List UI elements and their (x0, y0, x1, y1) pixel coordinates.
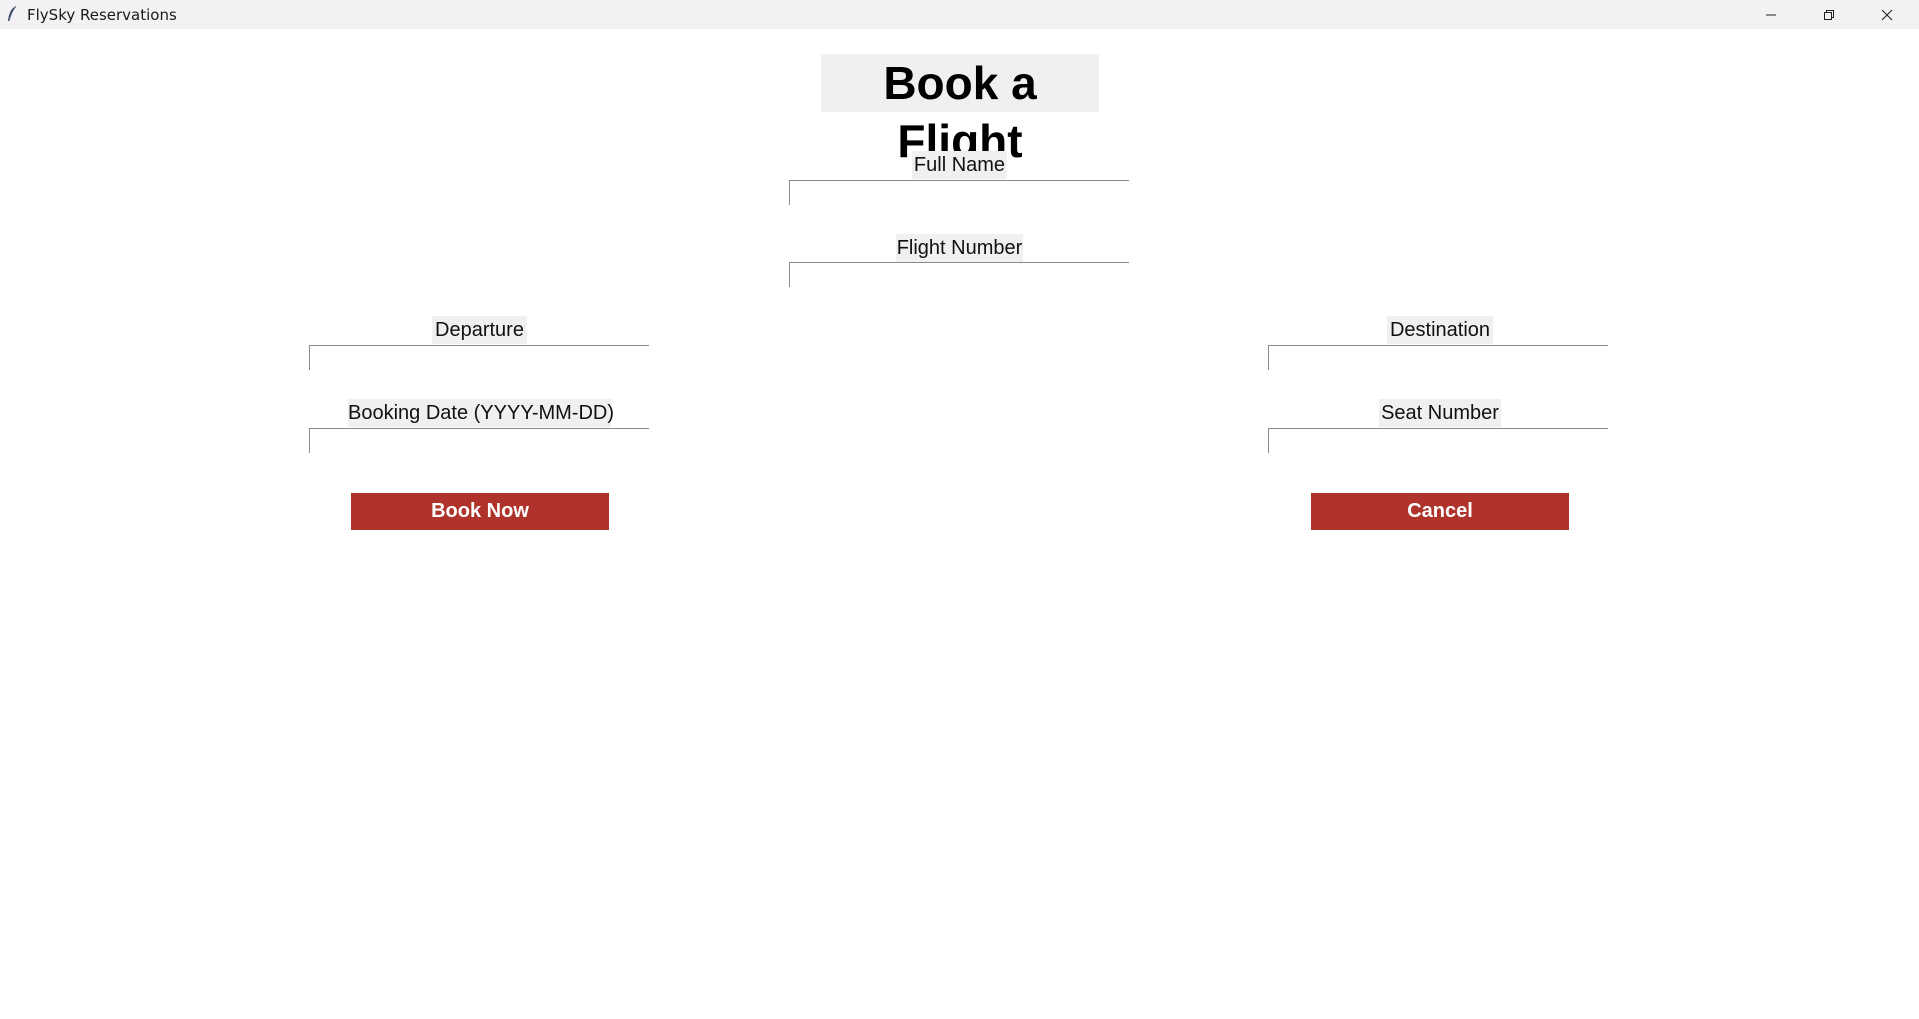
departure-label: Departure (432, 316, 527, 344)
destination-input[interactable] (1268, 345, 1608, 370)
restore-button[interactable] (1800, 0, 1858, 29)
window-title: FlySky Reservations (27, 6, 177, 24)
booking-date-input[interactable] (309, 428, 649, 453)
flight-number-label: Flight Number (896, 234, 1023, 262)
destination-label: Destination (1387, 316, 1493, 344)
full-name-input[interactable] (789, 180, 1129, 205)
page-title: Book a Flight (821, 54, 1099, 167)
flight-number-input[interactable] (789, 262, 1129, 287)
full-name-label: Full Name (912, 151, 1007, 179)
departure-input[interactable] (309, 345, 649, 370)
feather-icon (6, 5, 18, 23)
cancel-button[interactable]: Cancel (1311, 493, 1569, 530)
booking-date-label: Booking Date (YYYY-MM-DD) (348, 399, 614, 427)
close-icon (1881, 9, 1893, 21)
book-now-button[interactable]: Book Now (351, 493, 609, 530)
seat-number-label: Seat Number (1379, 399, 1501, 427)
close-button[interactable] (1858, 0, 1916, 29)
minimize-icon (1765, 9, 1777, 21)
seat-number-input[interactable] (1268, 428, 1608, 453)
window-titlebar[interactable]: FlySky Reservations (0, 0, 1919, 29)
minimize-button[interactable] (1742, 0, 1800, 29)
restore-icon (1823, 9, 1835, 21)
